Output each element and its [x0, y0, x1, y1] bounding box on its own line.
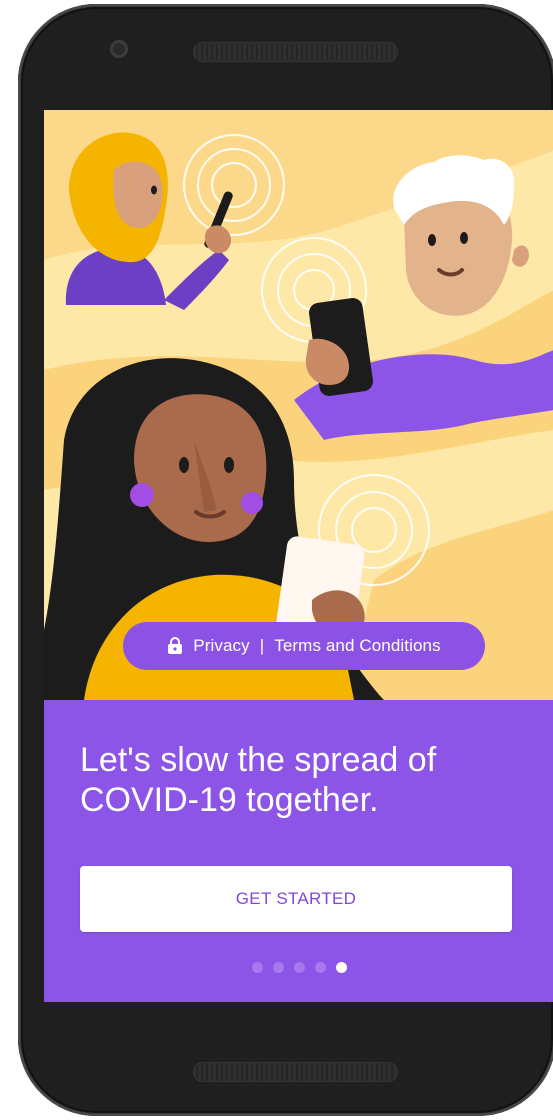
page-dot-4[interactable]: [314, 962, 326, 973]
terms-link[interactable]: Terms and Conditions: [274, 636, 440, 656]
page-indicator: [44, 962, 553, 973]
page-dot-2[interactable]: [272, 962, 284, 973]
bottom-speaker: [193, 1062, 398, 1082]
top-speaker: [193, 42, 398, 62]
app-screen: Privacy | Terms and Conditions Let's slo…: [44, 110, 553, 1002]
page-dot-3[interactable]: [293, 962, 305, 973]
onboarding-panel: Let's slow the spread of COVID-19 togeth…: [44, 700, 553, 1002]
lock-icon: [168, 637, 183, 654]
page-dot-5-active[interactable]: [335, 962, 347, 973]
link-separator: |: [259, 636, 265, 655]
onboarding-illustration: [44, 110, 553, 700]
get-started-button[interactable]: GET STARTED: [80, 866, 512, 932]
page-dot-1[interactable]: [251, 962, 263, 973]
privacy-link[interactable]: Privacy: [193, 636, 249, 656]
front-camera: [110, 40, 128, 58]
onboarding-headline: Let's slow the spread of COVID-19 togeth…: [80, 741, 437, 819]
legal-links-pill: Privacy | Terms and Conditions: [123, 622, 485, 670]
